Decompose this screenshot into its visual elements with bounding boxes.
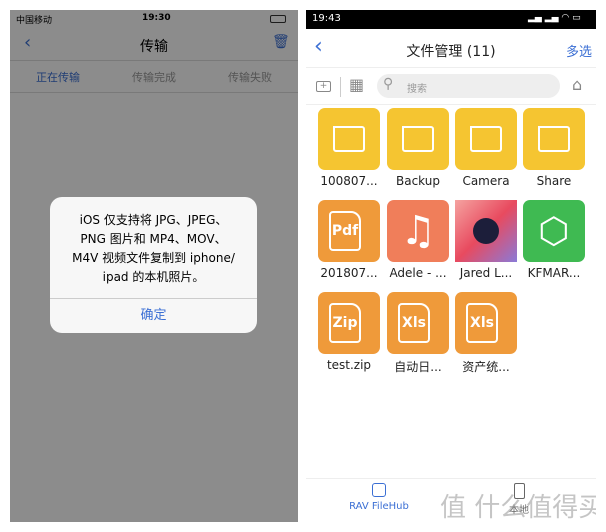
file-tile-folder[interactable] [318,108,380,170]
right-phone-screen: 19:43 ▂▄ ▂▄ ◠ ▭ ‹ 文件管理 (11) 多选 + ▦ ⚲ 搜索 … [306,10,596,522]
file-name: Jared L... [459,266,513,280]
file-tile-package[interactable]: ⬡ [523,200,585,262]
package-icon: ⬡ [538,210,570,252]
file-name: 自动日... [394,360,442,374]
file-name: 100807... [320,174,378,188]
divider [340,77,341,97]
file-tile-pdf[interactable]: Pdf [318,200,380,262]
message-line: M4V 视频文件复制到 iphone/ [72,251,235,265]
bottom-tab-bar: RAV FileHub 本地 值 什么值得买 [306,478,596,522]
zip-icon: Zip [329,303,361,343]
file-tile-folder[interactable] [455,108,517,170]
folder-icon [333,126,365,152]
file-name: Backup [396,174,440,188]
pdf-icon: Pdf [329,211,361,251]
alert-message: iOS 仅支持将 JPG、JPEG、 PNG 图片和 MP4、MOV、 M4V … [50,197,257,299]
xls-icon: Xls [466,303,498,343]
folder-icon [538,126,570,152]
search-icon: ⚲ [383,76,394,92]
file-name: test.zip [326,358,372,372]
file-tile-image[interactable] [455,200,517,262]
folder-icon [470,126,502,152]
home-icon[interactable]: ⌂ [572,75,582,94]
new-folder-icon[interactable]: + [316,81,331,92]
file-tile-xls[interactable]: Xls [387,292,449,354]
watermark-logo: 值 什么值得买 [440,493,596,522]
time: 19:43 [312,13,341,24]
left-phone-screen: 中国移动 19:30 ‹ 传输 🗑 正在传输 传输完成 传输失败 iOS 仅支持… [10,10,298,522]
file-name: 资产统... [462,360,510,374]
file-tile-folder[interactable] [523,108,585,170]
alert-dialog: iOS 仅支持将 JPG、JPEG、 PNG 图片和 MP4、MOV、 M4V … [50,197,257,333]
drive-icon [372,483,386,497]
tab-rav-filehub[interactable]: RAV FileHub [346,483,412,512]
xls-icon: Xls [398,303,430,343]
confirm-button[interactable]: 确定 [50,299,257,333]
search-placeholder: 搜索 [407,84,427,95]
signal-wifi-battery-icon: ▂▄ ▂▄ ◠ ▭ [528,13,581,23]
file-tile-zip[interactable]: Zip [318,292,380,354]
file-tile-music[interactable]: ♫ [387,200,449,262]
message-line: iOS 仅支持将 JPG、JPEG、 [79,213,228,227]
multi-select-button[interactable]: 多选 [566,41,592,60]
grid-view-icon[interactable]: ▦ [349,75,364,94]
tab-label: RAV FileHub [349,501,409,512]
toolbar: + ▦ ⚲ 搜索 ⌂ [306,69,596,105]
file-name: Camera [462,174,510,188]
status-bar: 19:43 ▂▄ ▂▄ ◠ ▭ [306,10,596,29]
search-input[interactable]: ⚲ 搜索 [377,74,560,98]
folder-icon [402,126,434,152]
nav-bar: ‹ 文件管理 (11) 多选 [306,30,596,68]
music-icon: ♫ [400,208,436,254]
page-title: 文件管理 (11) [406,44,496,60]
message-line: ipad 的本机照片。 [102,270,205,284]
file-name: Share [536,174,572,188]
image-icon [473,218,499,244]
file-tile-xls[interactable]: Xls [455,292,517,354]
file-name: KFMAR... [527,266,581,280]
message-line: PNG 图片和 MP4、MOV、 [80,232,227,246]
file-name: Adele - ... [389,266,447,280]
file-tile-folder[interactable] [387,108,449,170]
file-name: 201807... [320,266,378,280]
